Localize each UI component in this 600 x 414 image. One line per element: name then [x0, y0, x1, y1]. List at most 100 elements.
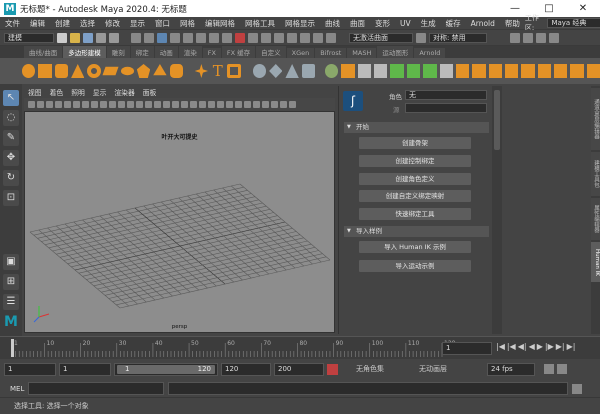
- select-object-icon[interactable]: [144, 32, 154, 43]
- snap-curve-icon[interactable]: [183, 32, 193, 43]
- default-material-icon[interactable]: [145, 101, 152, 108]
- symmetry-select[interactable]: 对称: 禁用: [429, 32, 487, 43]
- scale-tool-icon[interactable]: ⊡: [3, 190, 19, 206]
- shelf-tab-arnold[interactable]: Arnold: [414, 48, 446, 58]
- platonic-solid-icon[interactable]: [136, 64, 151, 78]
- shadows-icon[interactable]: [181, 101, 188, 108]
- xray-joints-icon[interactable]: [253, 101, 260, 108]
- single-perspective-icon[interactable]: ▣: [3, 254, 19, 270]
- move-tool-icon[interactable]: ✥: [3, 150, 19, 166]
- shelf-tab-poly[interactable]: 多边形建模: [63, 46, 106, 58]
- poly-disc-icon[interactable]: [120, 66, 134, 76]
- menu-create[interactable]: 创建: [50, 18, 75, 29]
- undo-icon[interactable]: [96, 32, 106, 43]
- current-frame-field[interactable]: 1: [442, 342, 492, 355]
- sound-icon[interactable]: [557, 364, 567, 374]
- vp-menu-lighting[interactable]: 照明: [67, 87, 89, 97]
- resolution-gate-icon[interactable]: [82, 101, 89, 108]
- sculpt-icon[interactable]: [510, 32, 520, 43]
- vp-menu-renderer[interactable]: 渲染器: [110, 87, 138, 97]
- new-scene-icon[interactable]: [57, 32, 67, 43]
- save-scene-icon[interactable]: [83, 32, 93, 43]
- layout-uv-icon[interactable]: [554, 64, 568, 78]
- type-tool-icon[interactable]: T: [211, 64, 224, 79]
- redo-icon[interactable]: [109, 32, 119, 43]
- animation-start-field[interactable]: 1: [4, 362, 56, 376]
- collapse-icon[interactable]: [472, 64, 486, 78]
- ipr-render-icon[interactable]: [274, 32, 284, 43]
- poly-torus-icon[interactable]: [87, 64, 102, 78]
- wireframe-icon[interactable]: [127, 101, 134, 108]
- poly-plane-icon[interactable]: [102, 66, 120, 76]
- source-select[interactable]: [405, 103, 487, 113]
- vp-menu-panels[interactable]: 面板: [139, 87, 161, 97]
- camera-icon[interactable]: [313, 32, 323, 43]
- menu-help[interactable]: 帮助: [500, 18, 525, 29]
- shelf-tab-fx[interactable]: FX: [202, 48, 221, 58]
- render-settings-icon[interactable]: [287, 32, 297, 43]
- uv-editor-icon[interactable]: [504, 64, 519, 78]
- film-gate-icon[interactable]: [73, 101, 80, 108]
- use-all-lights-icon[interactable]: [172, 101, 179, 108]
- gate-mask-icon[interactable]: [91, 101, 98, 108]
- vp-menu-view[interactable]: 视图: [24, 87, 46, 97]
- multisample-aa-icon[interactable]: [208, 101, 215, 108]
- poly-cylinder-icon[interactable]: [54, 64, 69, 78]
- fill-hole-icon[interactable]: [390, 64, 404, 78]
- range-slider[interactable]: 1 120: [114, 362, 218, 376]
- shelf-tab-bifrost[interactable]: Bifrost: [315, 48, 347, 58]
- select-component-icon[interactable]: [157, 32, 167, 43]
- paint-select-icon[interactable]: ✎: [3, 130, 19, 146]
- history-icon[interactable]: [248, 32, 258, 43]
- graph-editor-icon[interactable]: [549, 32, 559, 43]
- anim-layer-label[interactable]: 无动画层: [402, 364, 464, 374]
- tab-attribute-editor[interactable]: 属性编辑器: [591, 198, 600, 240]
- outliner-layout-icon[interactable]: ☰: [3, 294, 19, 310]
- shelf-tab-xgen[interactable]: XGen: [286, 48, 315, 58]
- extrude-icon[interactable]: [324, 64, 339, 78]
- poly-cube-icon[interactable]: [38, 64, 52, 78]
- motion-blur-icon[interactable]: [199, 101, 206, 108]
- step-forward-frame-icon[interactable]: |▶: [545, 342, 554, 351]
- menu-windows[interactable]: 窗口: [150, 18, 175, 29]
- select-hierarchy-icon[interactable]: [131, 32, 141, 43]
- time-ruler[interactable]: 1102030405060708090100110120: [6, 337, 496, 359]
- snap-view-icon[interactable]: [209, 32, 219, 43]
- field-chart-icon[interactable]: [100, 101, 107, 108]
- insert-loop-icon[interactable]: [406, 64, 421, 78]
- live-surface-field[interactable]: 无激活曲面: [349, 32, 413, 43]
- separate-icon[interactable]: [269, 64, 283, 78]
- bridge-icon[interactable]: [341, 64, 355, 78]
- menu-display[interactable]: 显示: [125, 18, 150, 29]
- create-control-rig-button[interactable]: 创建控制绑定: [359, 155, 471, 167]
- step-forward-key-icon[interactable]: ▶|: [556, 342, 565, 351]
- cut-uv-icon[interactable]: [586, 64, 600, 78]
- safe-title-icon[interactable]: [118, 101, 125, 108]
- smooth-shade-icon[interactable]: [136, 101, 143, 108]
- menu-curves[interactable]: 曲线: [320, 18, 345, 29]
- script-editor-icon[interactable]: [572, 383, 583, 394]
- gamma-icon[interactable]: [280, 101, 287, 108]
- menu-uv[interactable]: UV: [395, 19, 416, 28]
- target-weld-icon[interactable]: [455, 64, 470, 78]
- tab-human-ik[interactable]: Human IK: [591, 242, 600, 282]
- play-backwards-icon[interactable]: ◀: [529, 342, 535, 351]
- planar-map-icon[interactable]: [521, 64, 535, 78]
- screen-space-ao-icon[interactable]: [190, 101, 197, 108]
- sweep-mesh-icon[interactable]: [194, 64, 209, 78]
- scrollbar-thumb[interactable]: [494, 90, 500, 150]
- menu-mesh[interactable]: 网格: [175, 18, 200, 29]
- character-set-label[interactable]: 无角色集: [341, 364, 399, 374]
- rotate-tool-icon[interactable]: ↻: [3, 170, 19, 186]
- shelf-tab-curves[interactable]: 曲线/曲面: [24, 46, 63, 58]
- multi-cut-icon[interactable]: [423, 64, 437, 78]
- create-skeleton-button[interactable]: 创建骨架: [359, 137, 471, 149]
- loop-icon[interactable]: [544, 364, 554, 374]
- safe-action-icon[interactable]: [109, 101, 116, 108]
- svg-tool-icon[interactable]: [227, 64, 242, 78]
- menu-mesh-tools[interactable]: 网格工具: [240, 18, 280, 29]
- xgen-icon[interactable]: [326, 32, 336, 43]
- menu-file[interactable]: 文件: [0, 18, 25, 29]
- exposure-icon[interactable]: [271, 101, 278, 108]
- menu-modify[interactable]: 修改: [100, 18, 125, 29]
